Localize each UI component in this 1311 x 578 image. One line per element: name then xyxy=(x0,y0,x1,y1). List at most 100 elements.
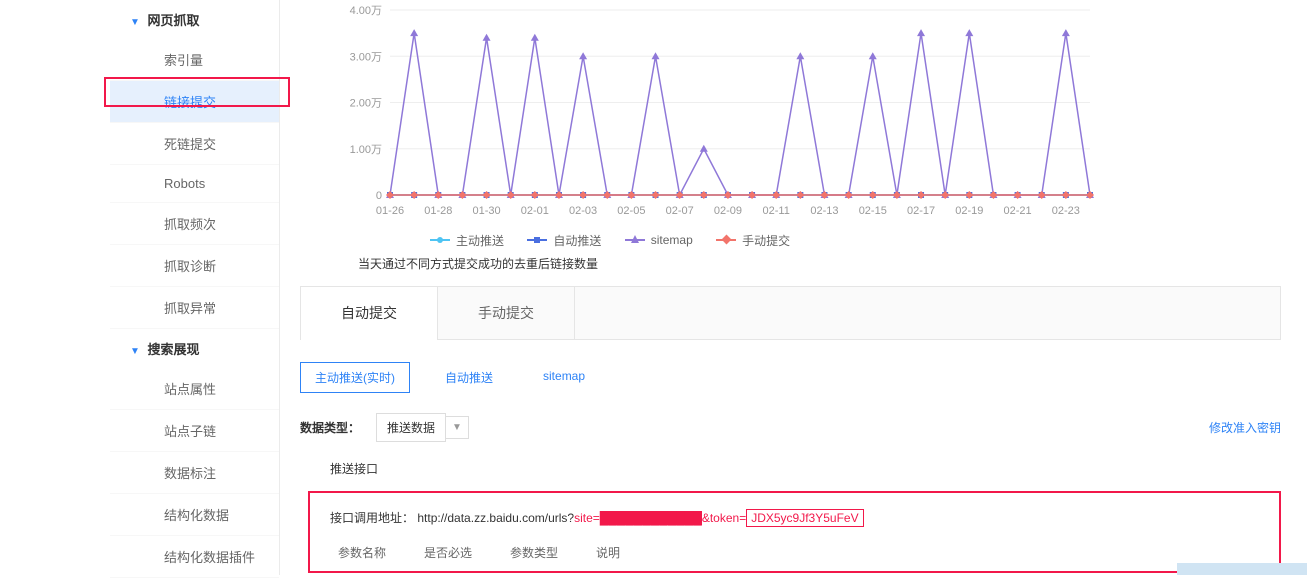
svg-text:02-05: 02-05 xyxy=(617,205,645,217)
svg-text:02-03: 02-03 xyxy=(569,205,597,217)
push-interface-heading: 推送接口 xyxy=(330,460,1311,477)
sidebar-item-index[interactable]: 索引量 xyxy=(110,39,279,81)
subtab-active-push[interactable]: 主动推送(实时) xyxy=(300,362,410,393)
tab-label: 手动提交 xyxy=(478,305,534,321)
chart-area: 01.00万2.00万3.00万4.00万01-2601-2801-3002-0… xyxy=(330,0,1100,220)
sidebar-item-site-attr[interactable]: 站点属性 xyxy=(110,368,279,410)
sidebar-item-label: 结构化数据 xyxy=(164,508,229,523)
sidebar-item-site-sublink[interactable]: 站点子链 xyxy=(110,410,279,452)
sidebar-item-label: Robots xyxy=(164,176,205,191)
svg-text:02-21: 02-21 xyxy=(1004,205,1032,217)
svg-text:01-28: 01-28 xyxy=(424,205,452,217)
svg-text:02-01: 02-01 xyxy=(521,205,549,217)
chevron-down-icon: ▼ xyxy=(130,346,140,357)
circle-icon xyxy=(430,239,450,241)
svg-text:3.00万: 3.00万 xyxy=(350,51,382,63)
param-col-name: 参数名称 xyxy=(338,544,386,561)
legend-label: 自动推送 xyxy=(553,232,601,249)
sidebar-item-link-submit[interactable]: 链接提交 xyxy=(110,81,279,123)
param-col-required: 是否必选 xyxy=(424,544,472,561)
bottom-decoration xyxy=(1177,563,1307,575)
api-box: 接口调用地址： http://data.zz.baidu.com/urls?si… xyxy=(308,491,1281,573)
svg-text:02-09: 02-09 xyxy=(714,205,742,217)
api-token-value: JDX5yc9Jf3Y5uFeV xyxy=(746,509,863,527)
sidebar-item-label: 链接提交 xyxy=(164,95,216,110)
legend-item-sitemap: sitemap xyxy=(625,233,693,247)
data-type-label: 数据类型： xyxy=(300,419,360,436)
sidebar-item-crawl-diag[interactable]: 抓取诊断 xyxy=(110,245,279,287)
main-content: 01.00万2.00万3.00万4.00万01-2601-2801-3002-0… xyxy=(300,0,1311,575)
sidebar-item-label: 数据标注 xyxy=(164,466,216,481)
svg-text:02-15: 02-15 xyxy=(859,205,887,217)
svg-text:02-17: 02-17 xyxy=(907,205,935,217)
svg-text:01-26: 01-26 xyxy=(376,205,404,217)
sidebar-item-label: 索引量 xyxy=(164,53,203,68)
tabs-filler xyxy=(575,287,1280,340)
sidebar-item-crawl-freq[interactable]: 抓取频次 xyxy=(110,203,279,245)
sidebar-section-label: 搜索展现 xyxy=(148,342,200,357)
subtab-label: sitemap xyxy=(543,369,585,383)
tab-label: 自动提交 xyxy=(341,305,397,321)
line-chart: 01.00万2.00万3.00万4.00万01-2601-2801-3002-0… xyxy=(330,0,1100,220)
sidebar-item-label: 抓取频次 xyxy=(164,217,216,232)
svg-text:02-19: 02-19 xyxy=(955,205,983,217)
legend-item-active-push: 主动推送 xyxy=(430,232,504,249)
subtab-label: 主动推送(实时) xyxy=(315,371,395,385)
sidebar-section-search[interactable]: ▼ 搜索展现 xyxy=(110,329,279,368)
data-type-row: 数据类型： 推送数据 ▼ 修改准入密钥 xyxy=(300,413,1311,442)
chevron-down-icon[interactable]: ▼ xyxy=(446,416,469,439)
legend-label: 手动提交 xyxy=(742,232,790,249)
sidebar-section-crawl[interactable]: ▼ 网页抓取 xyxy=(110,0,279,39)
data-type-select[interactable]: 推送数据 xyxy=(376,413,446,442)
sidebar: ▼ 网页抓取 索引量 链接提交 死链提交 Robots 抓取频次 抓取诊断 抓取… xyxy=(110,0,280,575)
modify-key-link[interactable]: 修改准入密钥 xyxy=(1209,419,1281,436)
sidebar-item-robots[interactable]: Robots xyxy=(110,165,279,203)
svg-text:02-07: 02-07 xyxy=(666,205,694,217)
sidebar-item-data-annot[interactable]: 数据标注 xyxy=(110,452,279,494)
legend-item-manual: 手动提交 xyxy=(716,232,790,249)
sidebar-item-label: 抓取异常 xyxy=(164,301,216,316)
svg-text:02-11: 02-11 xyxy=(763,205,790,217)
svg-text:0: 0 xyxy=(376,190,382,202)
legend-label: sitemap xyxy=(651,233,693,247)
legend-item-auto-push: 自动推送 xyxy=(527,232,601,249)
param-col-type: 参数类型 xyxy=(510,544,558,561)
chart-description: 当天通过不同方式提交成功的去重后链接数量 xyxy=(358,255,1311,272)
svg-text:01-30: 01-30 xyxy=(472,205,500,217)
diamond-icon xyxy=(716,239,736,241)
chart-legend: 主动推送 自动推送 sitemap 手动提交 xyxy=(430,230,1311,249)
svg-text:02-13: 02-13 xyxy=(810,205,838,217)
svg-text:02-23: 02-23 xyxy=(1052,205,1080,217)
sidebar-item-struct-data[interactable]: 结构化数据 xyxy=(110,494,279,536)
subtab-auto-push[interactable]: 自动推送 xyxy=(430,362,508,393)
tab-manual-submit[interactable]: 手动提交 xyxy=(438,287,575,340)
sidebar-item-crawl-error[interactable]: 抓取异常 xyxy=(110,287,279,329)
sub-tabs: 主动推送(实时) 自动推送 sitemap xyxy=(300,362,1311,393)
sidebar-item-label: 抓取诊断 xyxy=(164,259,216,274)
api-url-prefix: http://data.zz.baidu.com/urls? xyxy=(417,511,574,525)
tab-auto-submit[interactable]: 自动提交 xyxy=(301,287,438,340)
sidebar-item-label: 站点子链 xyxy=(164,424,216,439)
api-address-line: 接口调用地址： http://data.zz.baidu.com/urls?si… xyxy=(330,509,1259,526)
api-token-param: &token= xyxy=(702,511,746,525)
api-site-value-masked: ████████████ xyxy=(600,511,702,525)
select-value: 推送数据 xyxy=(387,419,435,436)
chevron-down-icon: ▼ xyxy=(130,17,140,28)
sidebar-item-struct-plugin[interactable]: 结构化数据插件 xyxy=(110,536,279,578)
triangle-icon xyxy=(625,239,645,241)
sidebar-section-label: 网页抓取 xyxy=(148,13,200,28)
subtab-label: 自动推送 xyxy=(445,371,493,385)
sidebar-item-deadlink[interactable]: 死链提交 xyxy=(110,123,279,165)
square-icon xyxy=(527,239,547,241)
svg-text:1.00万: 1.00万 xyxy=(350,144,382,156)
link-label: 修改准入密钥 xyxy=(1209,421,1281,435)
svg-text:2.00万: 2.00万 xyxy=(350,98,382,110)
sidebar-item-label: 结构化数据插件 xyxy=(164,550,255,565)
param-table-header: 参数名称 是否必选 参数类型 说明 xyxy=(330,544,1259,561)
subtab-sitemap[interactable]: sitemap xyxy=(528,362,600,393)
sidebar-item-label: 死链提交 xyxy=(164,137,216,152)
api-label: 接口调用地址： xyxy=(330,511,414,525)
tabs-outer: 自动提交 手动提交 xyxy=(300,286,1281,340)
legend-label: 主动推送 xyxy=(456,232,504,249)
param-col-desc: 说明 xyxy=(596,544,620,561)
